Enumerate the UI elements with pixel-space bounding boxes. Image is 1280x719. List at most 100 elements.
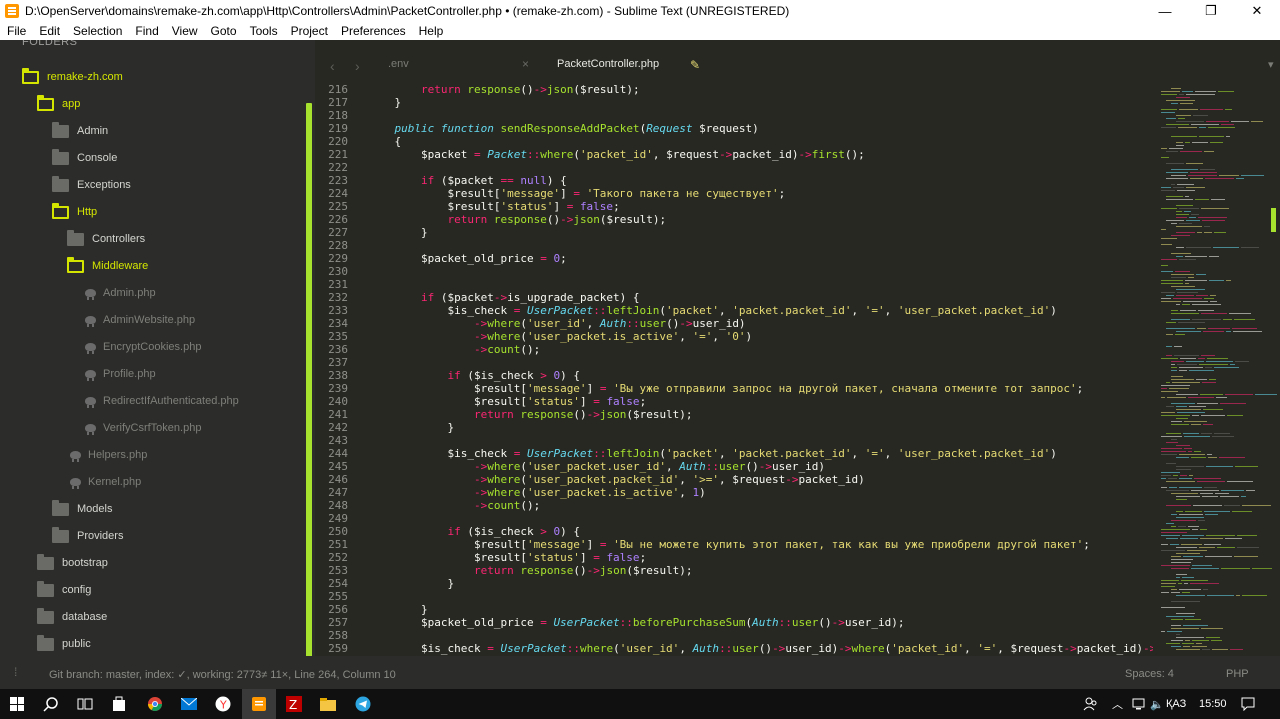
sublime-taskbar-icon[interactable] bbox=[242, 689, 276, 719]
menu-find[interactable]: Find bbox=[128, 24, 164, 38]
sidebar-item[interactable]: Profile.php bbox=[85, 364, 156, 384]
line-number: 230 bbox=[328, 265, 348, 278]
network-icon[interactable] bbox=[1132, 689, 1148, 719]
file-explorer-icon[interactable] bbox=[311, 689, 345, 719]
minimap-line bbox=[1171, 313, 1199, 314]
minimap-line bbox=[1166, 643, 1180, 644]
notifications-icon[interactable] bbox=[1241, 689, 1255, 719]
code-text: public function sendResponseAddPacket(Re… bbox=[394, 122, 759, 135]
task-view-icon[interactable] bbox=[68, 689, 102, 719]
minimap-line bbox=[1176, 577, 1180, 578]
telegram-icon[interactable] bbox=[346, 689, 380, 719]
volume-icon[interactable]: 🔈 bbox=[1150, 689, 1164, 719]
minimap-line bbox=[1171, 514, 1177, 515]
chrome-icon[interactable] bbox=[138, 689, 172, 719]
panel-toggle-icon[interactable]: ⁞ bbox=[14, 665, 17, 679]
sidebar-scroll-marker[interactable] bbox=[306, 103, 312, 656]
line-number: 221 bbox=[328, 148, 348, 161]
sidebar-item[interactable]: app bbox=[37, 94, 80, 114]
sidebar-item-label: Controllers bbox=[92, 233, 146, 245]
tab-next-arrow-icon[interactable]: › bbox=[355, 58, 360, 74]
sidebar-item[interactable]: Http bbox=[52, 202, 97, 222]
minimap-line bbox=[1186, 94, 1215, 95]
menu-file[interactable]: File bbox=[0, 24, 32, 38]
people-icon[interactable] bbox=[1083, 689, 1099, 719]
minimap-line bbox=[1177, 412, 1205, 413]
maximize-button[interactable]: ❐ bbox=[1188, 0, 1234, 22]
language-indicator[interactable]: ҚАЗ bbox=[1166, 689, 1186, 719]
close-button[interactable]: ✕ bbox=[1234, 0, 1280, 22]
sidebar-item[interactable]: VerifyCsrfToken.php bbox=[85, 418, 201, 438]
menu-project[interactable]: Project bbox=[284, 24, 334, 38]
menu-edit[interactable]: Edit bbox=[32, 24, 66, 38]
menu-preferences[interactable]: Preferences bbox=[334, 24, 412, 38]
code-text: return response()->json($result); bbox=[473, 408, 693, 421]
minimap-line bbox=[1252, 568, 1272, 569]
line-number: 222 bbox=[328, 161, 348, 174]
sidebar-item[interactable]: Exceptions bbox=[52, 175, 131, 195]
sidebar-item[interactable]: config bbox=[37, 580, 91, 600]
menu-help[interactable]: Help bbox=[412, 24, 450, 38]
status-syntax[interactable]: PHP bbox=[1226, 668, 1249, 680]
sidebar-item[interactable]: Providers bbox=[52, 526, 123, 546]
menu-goto[interactable]: Goto bbox=[204, 24, 243, 38]
mail-icon[interactable] bbox=[172, 689, 206, 719]
search-icon[interactable] bbox=[34, 689, 68, 719]
sidebar-item[interactable]: Kernel.php bbox=[70, 472, 141, 492]
code-editor[interactable]: 216 return response()->json($result); 217… bbox=[315, 84, 1153, 656]
tab-prev-arrow-icon[interactable]: ‹ bbox=[330, 58, 335, 74]
minimap-line bbox=[1166, 124, 1189, 125]
store-icon[interactable] bbox=[102, 689, 136, 719]
sidebar-item[interactable]: Middleware bbox=[67, 256, 148, 276]
minimap-line bbox=[1211, 640, 1222, 641]
minimap-line bbox=[1176, 637, 1204, 638]
sidebar-item[interactable]: bootstrap bbox=[37, 553, 108, 573]
sidebar-item[interactable]: Helpers.php bbox=[70, 445, 147, 465]
sidebar-item[interactable]: RedirectIfAuthenticated.php bbox=[85, 391, 239, 411]
sidebar-item[interactable]: remake-zh.com bbox=[22, 67, 123, 87]
minimap-line bbox=[1161, 283, 1183, 284]
folder-icon bbox=[37, 553, 54, 570]
minimap-line bbox=[1180, 475, 1187, 476]
menu-tools[interactable]: Tools bbox=[243, 24, 284, 38]
tab-close-icon[interactable]: × bbox=[522, 57, 529, 71]
sidebar-item[interactable]: Console bbox=[52, 148, 117, 168]
minimap-line bbox=[1204, 544, 1221, 545]
minimap-line bbox=[1221, 124, 1234, 125]
clock[interactable]: 15:50 bbox=[1199, 689, 1227, 719]
filezilla-icon[interactable]: Z bbox=[277, 689, 311, 719]
minimap-line bbox=[1184, 421, 1207, 422]
minimap-line bbox=[1191, 214, 1199, 215]
minimap-line bbox=[1171, 520, 1196, 521]
editor-scroll-marker[interactable] bbox=[1271, 208, 1276, 232]
sidebar-item-label: RedirectIfAuthenticated.php bbox=[103, 395, 239, 407]
yandex-browser-icon[interactable]: Y bbox=[206, 689, 240, 719]
sidebar-item[interactable]: AdminWebsite.php bbox=[85, 310, 195, 330]
tray-expand-icon[interactable]: ︿ bbox=[1112, 689, 1123, 719]
sidebar-item[interactable]: Admin.php bbox=[85, 283, 156, 303]
status-spaces[interactable]: Spaces: 4 bbox=[1125, 668, 1174, 680]
minimap-line bbox=[1171, 568, 1189, 569]
sidebar-item[interactable]: Admin bbox=[52, 121, 108, 141]
minimap-line bbox=[1166, 100, 1195, 101]
minimize-button[interactable]: — bbox=[1142, 0, 1188, 22]
tab-env[interactable]: .env bbox=[388, 58, 409, 70]
start-button[interactable] bbox=[0, 689, 34, 719]
menu-selection[interactable]: Selection bbox=[66, 24, 128, 38]
minimap[interactable] bbox=[1153, 84, 1280, 656]
tab-packetcontroller[interactable]: PacketController.php bbox=[557, 58, 659, 70]
sidebar-item[interactable]: database bbox=[37, 607, 107, 627]
sidebar-item[interactable]: Models bbox=[52, 499, 112, 519]
sidebar-item[interactable]: Controllers bbox=[67, 229, 145, 249]
tab-dropdown-icon[interactable]: ▾ bbox=[1268, 58, 1274, 71]
minimap-line bbox=[1166, 505, 1191, 506]
open-folder-icon bbox=[22, 67, 39, 84]
sidebar-item[interactable]: public bbox=[37, 634, 91, 654]
line-number: 223 bbox=[328, 174, 348, 187]
minimap-line bbox=[1166, 220, 1184, 221]
menu-view[interactable]: View bbox=[165, 24, 204, 38]
code-text: $packet = Packet::where('packet_id', $re… bbox=[368, 148, 865, 161]
sidebar-item[interactable]: EncryptCookies.php bbox=[85, 337, 201, 357]
minimap-line bbox=[1161, 94, 1177, 95]
php-file-icon bbox=[85, 424, 96, 435]
